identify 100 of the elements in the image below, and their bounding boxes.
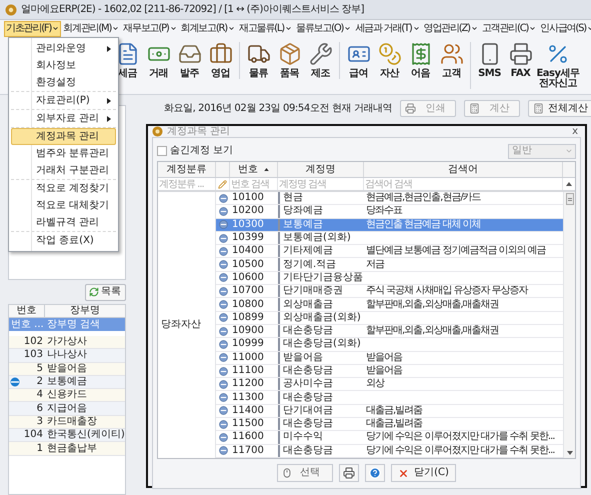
filter-field[interactable]: 검색어 검색: [364, 178, 563, 190]
toolbar-button[interactable]: SMS: [474, 42, 505, 89]
scroll-up-icon: [566, 182, 572, 186]
truck-icon: [246, 42, 270, 66]
table-row[interactable]: 10900 대손충당금 할부판매,외출,외상매출,매출채권: [216, 324, 563, 338]
close-icon: [398, 468, 410, 479]
toolbar-button[interactable]: 물류: [243, 42, 274, 79]
menu-item[interactable]: 재무보고(P): [121, 20, 179, 36]
table-cell-text: 10800: [231, 300, 265, 310]
tray-icon: [178, 42, 202, 66]
menu-item[interactable]: 영업관리(Z): [422, 20, 480, 36]
toolbar-button[interactable]: 제조: [305, 42, 336, 79]
show-hidden-checkbox[interactable]: 숨긴계정 보기: [157, 146, 508, 156]
table-row[interactable]: 11000 받을어음 받을어음: [216, 352, 563, 365]
table-cell-text: 할부판매,외출,외상매출,매출채권: [365, 326, 499, 336]
menu-item[interactable]: 외부자료 관리: [11, 110, 116, 127]
menu-item[interactable]: 기초관리(F): [4, 20, 62, 36]
caret-icon: [112, 25, 120, 32]
menu-item[interactable]: 작업 종료(X): [11, 232, 116, 249]
column-header[interactable]: 검색어: [364, 162, 563, 177]
table-row[interactable]: 11400 단기대여금 대출금,빌려줌: [216, 404, 563, 418]
table-row[interactable]: 10999 대손충당금(외화): [216, 338, 563, 352]
column-header[interactable]: 번호: [230, 162, 278, 177]
toolbar-button[interactable]: 급여: [343, 42, 374, 79]
column-header[interactable]: 계정분류: [158, 162, 216, 177]
close-button[interactable]: ⅹ: [569, 126, 581, 136]
table-row[interactable]: 10100 현금 현금예금,현금인출,현금/카드: [216, 192, 563, 206]
table-cell-text: 지급어음: [46, 404, 87, 414]
table-row[interactable]: 11600 미수수익 당기에 수익은 이루어졌지만 대가를 수취 못한...: [216, 431, 563, 445]
menu-item[interactable]: 고객관리(C): [480, 20, 538, 36]
toolbar-button[interactable]: 자산: [374, 42, 405, 79]
list-button[interactable]: 목록: [84, 284, 126, 300]
submenu-arrow-icon: [107, 116, 111, 122]
dialog-title: 계정과목 관리: [167, 126, 232, 136]
menu-item[interactable]: 라벨규격 관리: [11, 214, 116, 231]
mouse-icon: [282, 468, 292, 478]
toolbar-button[interactable]: 영업: [205, 42, 236, 79]
circle-icon: [218, 353, 228, 362]
caret-icon: [170, 25, 177, 32]
table-row[interactable]: 10800 외상매출금 할부판매,외출,외상매출,매출채권: [216, 298, 563, 312]
table-row[interactable]: 10500 정기예.적금 저금: [216, 258, 563, 272]
toolbar-button[interactable]: 전체계산: [528, 100, 591, 117]
circle-icon: [218, 246, 228, 256]
column-header: 장부명: [68, 305, 101, 317]
close-button[interactable]: 닫기(C): [391, 464, 456, 482]
caret-icon: [529, 25, 536, 32]
scrollbar[interactable]: [563, 192, 575, 458]
printer-icon: [405, 103, 416, 114]
table-row[interactable]: 11500 대손충당금 대출금,빌려줌: [216, 418, 563, 432]
table-row[interactable]: 10700 단기매매증권 주식 국공채 사채매입 유상증자 무상증자: [216, 285, 563, 298]
table-row[interactable]: 11200 공사미수금 외상: [216, 378, 563, 392]
menu-item[interactable]: 범주와 분류관리: [11, 145, 116, 162]
table-cell-text: 한국통신(케이티): [46, 430, 125, 440]
menu-item[interactable]: 자료관리(P): [11, 92, 116, 109]
table-cell-text: 11500: [231, 419, 265, 430]
table-row[interactable]: 10600 기타단기금융상품: [216, 272, 563, 286]
table-row[interactable]: 11300 대손충당금: [216, 391, 563, 405]
circle-icon: [218, 273, 228, 282]
table-row[interactable]: 10399 보통예금(외화): [216, 232, 563, 246]
filter-field[interactable]: 번호 검색: [230, 178, 278, 190]
table-row[interactable]: 10400 기타제예금 별단예금 보통예금 정기예금적금 이외의 예금: [216, 245, 563, 258]
table-cell: 3: [36, 416, 43, 427]
column-header[interactable]: 계정명: [278, 162, 364, 177]
menu-item[interactable]: 거래처 구분관리: [11, 162, 116, 179]
toolbar-button[interactable]: 어음: [405, 42, 436, 79]
toolbar-button[interactable]: Easy세무 전자신고: [536, 42, 580, 89]
table-cell-text: 10900: [231, 326, 265, 336]
table-row[interactable]: 11100 대손충당금 받을어음: [216, 364, 563, 378]
table-row[interactable]: 11700 대손충당금 당기에 수익은 이루어졌지만 대가를 수취 못한...: [216, 444, 563, 458]
table-cell-text: 카드매출장: [46, 416, 97, 427]
table-cell: 6: [36, 404, 43, 414]
caret-icon: [470, 25, 478, 32]
print-button[interactable]: [339, 464, 360, 482]
table-cell-text: 10500: [231, 260, 265, 270]
menu-item[interactable]: 세금과 거래(T): [353, 20, 422, 36]
table-cell-text: 10100: [231, 193, 265, 204]
filter-field[interactable]: 계정명 검색: [278, 178, 364, 190]
menu-item[interactable]: 적요로 계정찾기: [11, 180, 116, 197]
menu-item[interactable]: 회계보고(R): [178, 20, 237, 36]
menu-item[interactable]: 인사급여(S): [538, 20, 591, 36]
toolbar-button[interactable]: 거래: [143, 42, 174, 79]
menu-item[interactable]: 계정과목 관리: [11, 128, 116, 145]
table-cell: 2: [36, 377, 43, 388]
toolbar-button[interactable]: 발주: [174, 42, 205, 79]
menu-item[interactable]: 재고물류(L): [236, 20, 294, 36]
filter-field[interactable]: 계정분류 ...: [158, 178, 216, 190]
menu-item[interactable]: 적요로 대체찾기: [11, 197, 116, 214]
table-row[interactable]: 10200 당좌예금 당좌수표: [216, 205, 563, 219]
circle-icon: [218, 326, 228, 336]
menu-item[interactable]: 회계관리(M): [61, 20, 122, 36]
menu-item[interactable]: 물류보고(O): [294, 20, 354, 36]
table-cell-text: 주식 국공채 사채매입 유상증자 무상증자: [365, 286, 528, 296]
toolbar-button[interactable]: FAX: [505, 42, 536, 89]
table-row[interactable]: 10899 외상매출금(외화): [216, 312, 563, 325]
table-cell-text: 현금예금,현금인출,현금/카드: [365, 193, 481, 204]
toolbar-button[interactable]: 품목: [274, 42, 305, 79]
help-button[interactable]: [365, 464, 386, 482]
coins-icon: [378, 42, 402, 66]
toolbar-button[interactable]: 고객: [436, 42, 467, 79]
table-cell-text: 대출금,빌려줌: [365, 419, 422, 430]
